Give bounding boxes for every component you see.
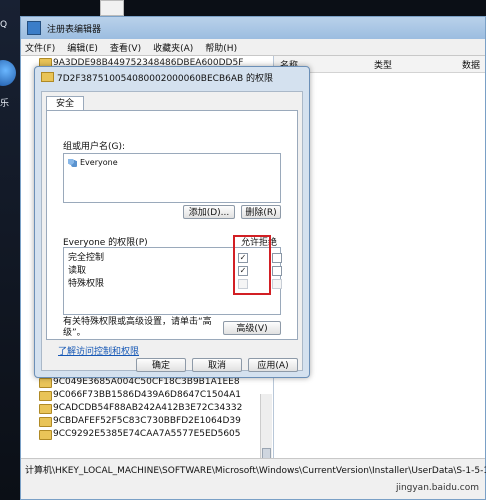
deny-checkbox[interactable] — [272, 253, 282, 263]
menu-view[interactable]: 查看(V) — [110, 41, 141, 54]
tree-item[interactable]: 9CADCDB54F88AB242A412B3E72C34332 — [21, 402, 273, 415]
apply-button[interactable]: 应用(A) — [248, 358, 298, 372]
advanced-info-text: 有关特殊权限或高级设置，请单击“高级”。 — [63, 317, 212, 338]
group-users-label: 组或用户名(G): — [63, 142, 126, 152]
folder-icon — [39, 391, 52, 401]
window-title: 注册表编辑器 — [47, 24, 102, 35]
menu-favorites[interactable]: 收藏夹(A) — [153, 41, 193, 54]
tab-security[interactable]: 安全 — [46, 96, 84, 111]
user-list-item[interactable]: Everyone — [68, 158, 118, 167]
menu-help[interactable]: 帮助(H) — [205, 41, 237, 54]
folder-icon — [39, 417, 52, 427]
security-tab-panel: 组或用户名(G): Everyone 添加(D)... 删除(R) Everyo… — [46, 110, 298, 340]
deny-checkbox — [272, 279, 282, 289]
menu-edit[interactable]: 编辑(E) — [67, 41, 98, 54]
column-type-header[interactable]: 类型 — [374, 58, 392, 71]
tree-item[interactable]: 9C066F73BB1586D439A6D8647C1504A1 — [21, 389, 273, 402]
highlight-box — [233, 235, 271, 295]
desktop-qq-label: Q — [0, 20, 8, 30]
user-list[interactable]: Everyone — [63, 153, 281, 203]
status-bar: 计算机\HKEY_LOCAL_MACHINE\SOFTWARE\Microsof… — [21, 458, 486, 499]
dialog-body: 安全 组或用户名(G): Everyone 添加(D)... 删除(R) Eve… — [41, 91, 303, 372]
tree-item-label: 9CADCDB54F88AB242A412B3E72C34332 — [53, 403, 243, 413]
tree-list: 9C049E3685A004C50CF18C3B9B1A1EE8 9C066F7… — [21, 376, 273, 441]
permission-label: 特殊权限 — [68, 279, 105, 289]
tree-item-label: 9C066F73BB1586D439A6D8647C1504A1 — [53, 390, 241, 400]
tree-item-label: 9C049E3685A004C50CF18C3B9B1A1EE8 — [53, 377, 240, 387]
tree-item[interactable]: 9CC9292E5385E74CAA7A5577E5ED5605 — [21, 428, 273, 441]
registry-app-icon — [27, 21, 41, 35]
add-button[interactable]: 添加(D)... — [183, 205, 235, 219]
folder-icon — [39, 404, 52, 414]
user-name: Everyone — [80, 158, 118, 167]
permission-label: 完全控制 — [68, 253, 105, 263]
access-control-link[interactable]: 了解访问控制和权限 — [58, 344, 139, 357]
menu-bar: 文件(F) 编辑(E) 查看(V) 收藏夹(A) 帮助(H) — [21, 39, 485, 56]
users-group-icon — [68, 158, 77, 167]
permission-label: 读取 — [68, 266, 87, 276]
status-path: 计算机\HKEY_LOCAL_MACHINE\SOFTWARE\Microsof… — [25, 466, 486, 476]
menu-file[interactable]: 文件(F) — [25, 41, 55, 54]
desktop-file-icon[interactable] — [100, 0, 124, 16]
remove-button[interactable]: 删除(R) — [241, 205, 281, 219]
registry-titlebar[interactable]: 注册表编辑器 — [21, 17, 485, 39]
ok-button[interactable]: 确定 — [136, 358, 186, 372]
tree-item-label: 9CBDAFEF52F5C83C730BBFD2E1064D39 — [53, 416, 241, 426]
advanced-button[interactable]: 高级(V) — [223, 321, 281, 335]
folder-icon — [39, 378, 52, 388]
folder-icon — [41, 72, 54, 82]
folder-icon — [39, 430, 52, 440]
watermark: jingyan.baidu.com — [395, 483, 479, 493]
tree-item-label: 9CC9292E5385E74CAA7A5577E5ED5605 — [53, 429, 241, 439]
cancel-button[interactable]: 取消 — [192, 358, 242, 372]
desktop-music-label: 乐 — [0, 99, 10, 109]
deny-checkbox[interactable] — [272, 266, 282, 276]
dialog-titlebar[interactable]: 7D2F387510054080002000060BECB6AB 的权限 — [35, 67, 309, 87]
dialog-title: 7D2F387510054080002000060BECB6AB 的权限 — [57, 73, 274, 84]
column-data-header[interactable]: 数据 — [462, 58, 480, 71]
tree-item[interactable]: 9CBDAFEF52F5C83C730BBFD2E1064D39 — [21, 415, 273, 428]
permissions-dialog: 7D2F387510054080002000060BECB6AB 的权限 安全 … — [34, 66, 310, 378]
